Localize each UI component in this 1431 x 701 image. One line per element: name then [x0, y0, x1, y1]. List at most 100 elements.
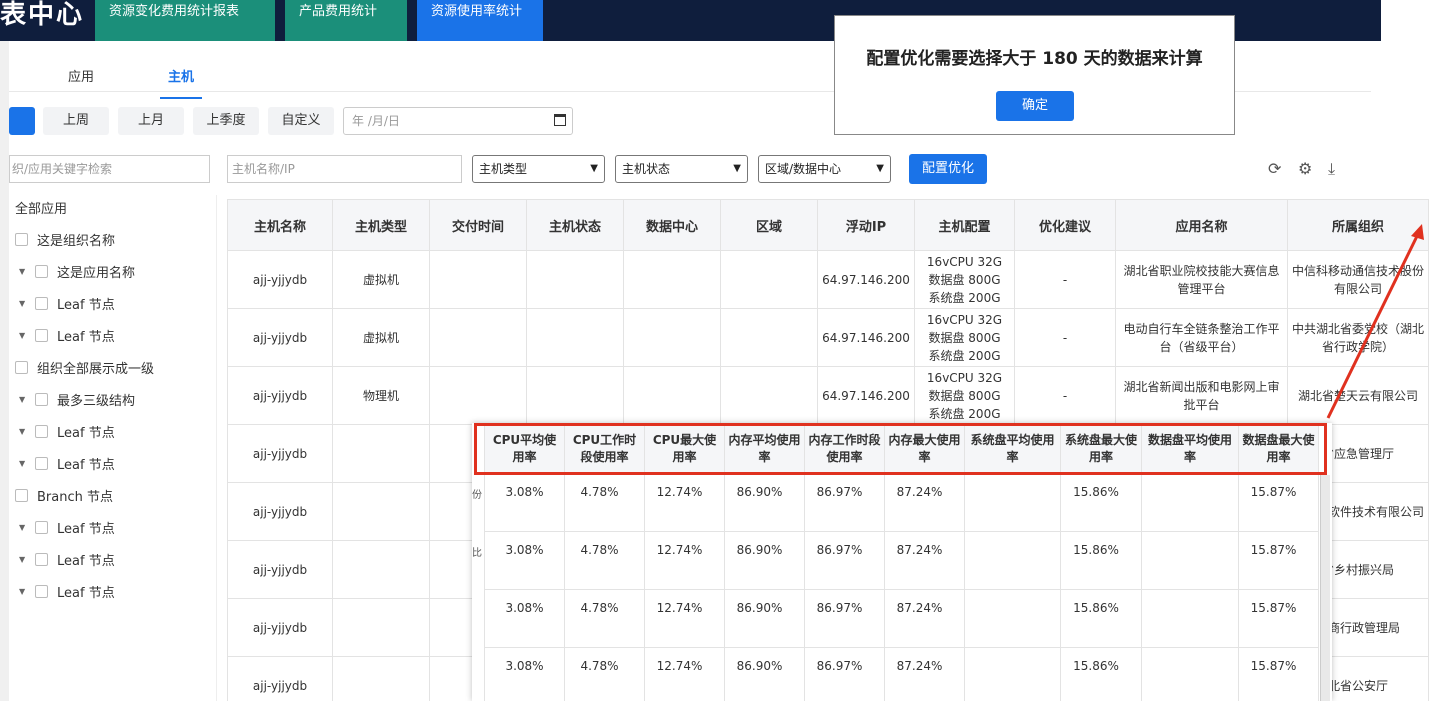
- usage-cell: 12.74%: [644, 473, 725, 532]
- tree-node[interactable]: ▼ 这是应用名称: [19, 261, 135, 281]
- table-cell: ajj-yjjydb: [227, 366, 333, 425]
- caret-down-icon[interactable]: ▼: [19, 555, 35, 564]
- table-cell: [429, 250, 527, 309]
- tree-checkbox[interactable]: [35, 456, 48, 470]
- tree-checkbox[interactable]: [35, 296, 48, 310]
- usage-row: 3.08% 4.78% 12.74% 86.90% 86.97% 87.24% 15.86%…: [484, 473, 1319, 532]
- period-button-last-week[interactable]: 上周: [43, 107, 109, 135]
- host-config-cell: 16vCPU 32G 数据盘 800G 系统盘 200G: [914, 308, 1015, 367]
- table-cell: [720, 250, 818, 309]
- tree-node-label: Leaf 节点: [57, 297, 115, 313]
- caret-down-icon[interactable]: ▼: [19, 459, 35, 468]
- host-config-cell: 16vCPU 32G 数据盘 800G 系统盘 200G: [914, 250, 1015, 309]
- table-row[interactable]: ajj-yjjydb 虚拟机 64.97.146.200 16vCPU 32G 数据盘 …: [227, 250, 1429, 309]
- tree-checkbox[interactable]: [35, 264, 48, 278]
- caret-down-icon[interactable]: ▼: [19, 299, 35, 308]
- usage-cell: 86.90%: [724, 589, 805, 648]
- usage-cell: [1141, 589, 1239, 648]
- tab-product-cost[interactable]: 产品费用统计: [285, 0, 407, 41]
- tab-resource-change-cost[interactable]: 资源变化费用统计报表: [95, 0, 275, 41]
- download-icon[interactable]: ⤓: [1328, 159, 1335, 179]
- tree-node-label: Leaf 节点: [57, 553, 115, 569]
- caret-down-icon[interactable]: ▼: [19, 331, 35, 340]
- period-button-last-month[interactable]: 上月: [118, 107, 184, 135]
- caret-down-icon[interactable]: ▼: [19, 267, 35, 276]
- usage-cell: 15.87%: [1238, 647, 1319, 701]
- table-cell: 电动自行车全链条整治工作平台（省级平台）: [1115, 308, 1288, 367]
- caret-down-icon[interactable]: ▼: [19, 427, 35, 436]
- tree-node[interactable]: 全部应用: [15, 197, 67, 217]
- usage-cell: 12.74%: [644, 531, 725, 590]
- annotation-arrow: [1326, 224, 1424, 419]
- tree-node[interactable]: 这是组织名称: [15, 229, 115, 249]
- table-row[interactable]: ajj-yjjydb 虚拟机 64.97.146.200 16vCPU 32G 数据盘 …: [227, 308, 1429, 367]
- host-config-line: 系统盘 200G: [928, 348, 1001, 363]
- tab-resource-usage[interactable]: 资源使用率统计: [417, 0, 543, 41]
- gear-icon[interactable]: ⚙: [1298, 159, 1312, 178]
- caret-down-icon[interactable]: ▼: [19, 395, 35, 404]
- config-optimize-button[interactable]: 配置优化: [909, 154, 987, 184]
- host-status-select[interactable]: 主机状态 ▼: [615, 155, 748, 183]
- table-cell: [526, 366, 624, 425]
- usage-cell: 87.24%: [884, 473, 965, 532]
- tree-checkbox[interactable]: [35, 424, 48, 438]
- host-type-select[interactable]: 主机类型 ▼: [472, 155, 605, 183]
- table-cell: ajj-yjjydb: [227, 540, 333, 599]
- table-cell: 虚拟机: [332, 308, 430, 367]
- dialog-ok-button[interactable]: 确定: [996, 91, 1074, 121]
- period-button-last-quarter[interactable]: 上季度: [193, 107, 259, 135]
- usage-cell: 87.24%: [884, 647, 965, 701]
- tree-checkbox[interactable]: [15, 232, 28, 246]
- table-cell: 64.97.146.200: [817, 308, 915, 367]
- region-datacenter-select[interactable]: 区域/数据中心 ▼: [758, 155, 891, 183]
- tree-checkbox[interactable]: [35, 392, 48, 406]
- date-placeholder: 年 /月/日: [352, 114, 400, 128]
- usage-cell: 87.24%: [884, 531, 965, 590]
- usage-cell: 4.78%: [564, 531, 645, 590]
- refresh-icon[interactable]: ⟳: [1268, 159, 1281, 178]
- host-config-line: 16vCPU 32G: [926, 254, 1003, 269]
- column-header: 应用名称: [1115, 199, 1288, 251]
- tab-host[interactable]: 主机: [159, 66, 203, 99]
- host-config-cell: 16vCPU 32G 数据盘 800G 系统盘 200G: [914, 366, 1015, 425]
- tree-node[interactable]: ▼ Leaf 节点: [19, 325, 115, 345]
- tree-checkbox[interactable]: [35, 552, 48, 566]
- period-button-custom[interactable]: 自定义: [268, 107, 334, 135]
- period-button-active[interactable]: [9, 107, 35, 135]
- dialog-message: 配置优化需要选择大于 180 天的数据来计算: [866, 49, 1203, 69]
- tree-checkbox[interactable]: [35, 328, 48, 342]
- tree-node[interactable]: ▼ Leaf 节点: [19, 421, 115, 441]
- panel-scrollbar[interactable]: [1320, 475, 1330, 701]
- table-cell: [332, 482, 430, 541]
- tree-node[interactable]: ▼ Leaf 节点: [19, 453, 115, 473]
- calendar-icon[interactable]: [554, 114, 566, 126]
- caret-down-icon[interactable]: ▼: [19, 587, 35, 596]
- chevron-down-icon: ▼: [590, 163, 598, 174]
- tree-checkbox[interactable]: [15, 360, 28, 374]
- tree-node[interactable]: ▼ Leaf 节点: [19, 581, 115, 601]
- tree-node[interactable]: 组织全部展示成一级: [15, 357, 154, 377]
- tree-node-label: 最多三级结构: [57, 393, 136, 409]
- tab-application[interactable]: 应用: [68, 66, 94, 85]
- tree-checkbox[interactable]: [35, 520, 48, 534]
- tree-node[interactable]: Branch 节点: [15, 485, 113, 505]
- tree-node[interactable]: ▼ Leaf 节点: [19, 549, 115, 569]
- tree-node[interactable]: ▼ Leaf 节点: [19, 517, 115, 537]
- usage-cell: 3.08%: [484, 589, 565, 648]
- table-row[interactable]: ajj-yjjydb 物理机 64.97.146.200 16vCPU 32G 数据盘 …: [227, 366, 1429, 425]
- tree-node[interactable]: ▼ Leaf 节点: [19, 293, 115, 313]
- table-cell: ajj-yjjydb: [227, 482, 333, 541]
- usage-cell: 12.74%: [644, 589, 725, 648]
- tree-search-input[interactable]: 织/应用关键字检索: [9, 155, 210, 183]
- host-search-input[interactable]: 主机名称/IP: [227, 155, 462, 183]
- tree-divider: [216, 195, 217, 701]
- date-input[interactable]: 年 /月/日: [343, 107, 573, 135]
- tree-node[interactable]: ▼ 最多三级结构: [19, 389, 135, 409]
- tree-checkbox[interactable]: [15, 488, 28, 502]
- tree-checkbox[interactable]: [35, 584, 48, 598]
- host-type-select-value: 主机类型: [479, 162, 528, 176]
- table-cell: -: [1014, 366, 1116, 425]
- caret-down-icon[interactable]: ▼: [19, 523, 35, 532]
- usage-cell: 4.78%: [564, 473, 645, 532]
- table-cell: ajj-yjjydb: [227, 424, 333, 483]
